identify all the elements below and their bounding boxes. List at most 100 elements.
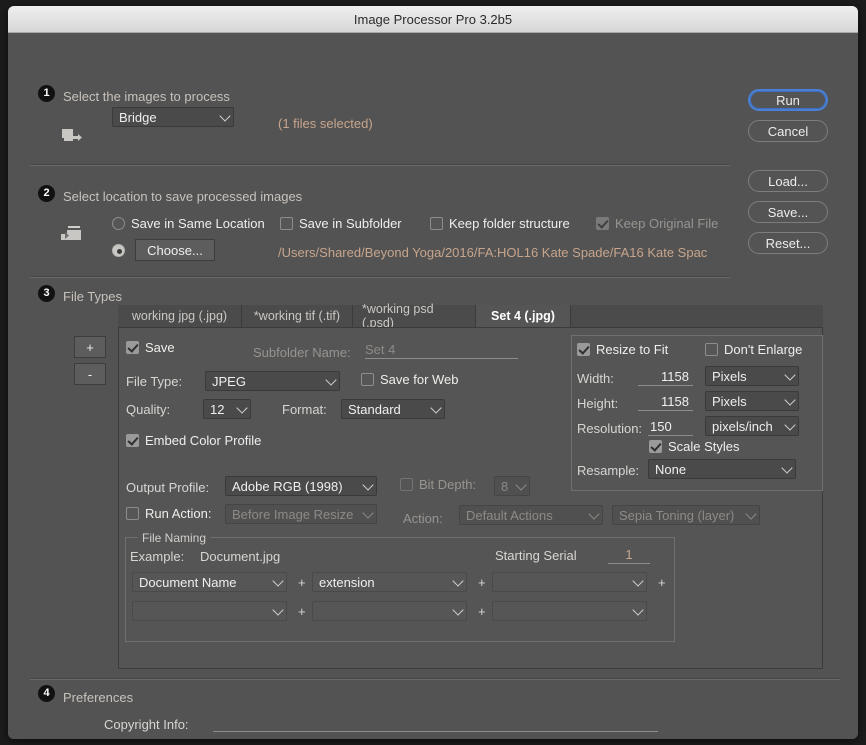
quality-select[interactable]: 12 (203, 399, 251, 419)
cancel-button[interactable]: Cancel (748, 120, 828, 142)
resolution-input[interactable]: 150 (648, 418, 693, 436)
chevron-down-icon (632, 575, 644, 587)
chevron-down-icon (784, 419, 796, 431)
naming-row2-token1-select[interactable] (132, 601, 287, 621)
naming-plus-2: + (478, 575, 486, 590)
checkbox-keep-original-file (596, 217, 609, 230)
radio-save-same-location[interactable] (112, 217, 125, 230)
chevron-down-icon (784, 394, 796, 406)
starting-serial-input[interactable]: 1 (608, 546, 650, 564)
checkbox-save[interactable] (126, 341, 139, 354)
naming-row1-token1-select[interactable]: Document Name (132, 572, 287, 592)
tab-working-jpg[interactable]: working jpg (.jpg) (118, 305, 242, 327)
action-set-select: Default Actions (459, 505, 603, 525)
run-button[interactable]: Run (748, 89, 828, 111)
naming-plus-4: + (298, 604, 306, 619)
step-4-title: Preferences (63, 690, 134, 705)
chevron-down-icon (219, 110, 231, 122)
naming-plus-3: + (658, 575, 666, 590)
chevron-down-icon (784, 369, 796, 381)
label-scale-styles: Scale Styles (668, 439, 740, 454)
remove-file-type-button[interactable]: - (74, 363, 106, 385)
run-action-timing-select: Before Image Resize (225, 504, 377, 524)
choose-button[interactable]: Choose... (135, 239, 215, 261)
step-1-title: Select the images to process (63, 89, 230, 104)
checkbox-save-in-subfolder[interactable] (280, 217, 293, 230)
width-input[interactable]: 1158 (638, 368, 693, 386)
label-copyright-info: Copyright Info: (104, 717, 189, 732)
checkbox-dont-enlarge[interactable] (705, 343, 718, 356)
step-1-badge: 1 (38, 85, 55, 102)
naming-row1-token2-select[interactable]: extension (312, 572, 467, 592)
label-resolution: Resolution: (577, 421, 643, 436)
label-format: Format: (282, 402, 327, 417)
chevron-down-icon (588, 508, 600, 520)
height-input[interactable]: 1158 (638, 393, 693, 411)
resolution-unit-select[interactable]: pixels/inch (705, 416, 799, 436)
label-keep-original-file: Keep Original File (615, 216, 719, 231)
reset-button[interactable]: Reset... (748, 232, 828, 254)
copyright-info-input[interactable] (213, 714, 658, 732)
save-path-text: /Users/Shared/Beyond Yoga/2016/FA:HOL16 … (278, 245, 708, 260)
checkbox-scale-styles[interactable] (649, 440, 662, 453)
chevron-down-icon (325, 374, 337, 386)
step-4-badge: 4 (38, 685, 55, 702)
section-divider-1 (30, 164, 730, 166)
label-dont-enlarge: Don't Enlarge (724, 342, 803, 357)
checkbox-run-action[interactable] (126, 507, 139, 520)
load-button[interactable]: Load... (748, 170, 828, 192)
chevron-down-icon (272, 575, 284, 587)
add-file-type-button[interactable]: + (74, 336, 106, 358)
chevron-down-icon (452, 604, 464, 616)
label-height: Height: (577, 396, 619, 411)
radio-choose-location[interactable] (112, 244, 125, 257)
label-save: Save (145, 340, 175, 355)
files-selected-count: (1 files selected) (278, 116, 373, 131)
checkbox-embed-color-profile[interactable] (126, 434, 139, 447)
label-resize-to-fit: Resize to Fit (596, 342, 669, 357)
naming-row2-token2-select[interactable] (312, 601, 467, 621)
dialog-body: Run Cancel Load... Save... Reset... 1 Se… (8, 33, 858, 739)
chevron-down-icon (362, 479, 374, 491)
save-preset-button[interactable]: Save... (748, 201, 828, 223)
height-unit-select[interactable]: Pixels (705, 391, 799, 411)
document-arrow-icon (62, 129, 82, 141)
naming-row1-token3-select[interactable] (492, 572, 647, 592)
file-type-select[interactable]: JPEG (205, 371, 340, 391)
format-select[interactable]: Standard (341, 399, 445, 419)
section-divider-2 (30, 276, 730, 278)
step-2-title: Select location to save processed images (63, 189, 303, 204)
chevron-down-icon (236, 402, 248, 414)
window-titlebar: Image Processor Pro 3.2b5 (8, 6, 858, 33)
chevron-down-icon (272, 604, 284, 616)
label-example: Example: (130, 549, 185, 564)
tab-working-psd[interactable]: *working psd (.psd) (353, 302, 476, 330)
tab-set-4[interactable]: Set 4 (.jpg) (476, 305, 571, 327)
tab-strip-filler (571, 305, 823, 327)
chevron-down-icon (632, 604, 644, 616)
label-keep-folder-structure: Keep folder structure (449, 216, 570, 231)
image-processor-window: Image Processor Pro 3.2b5 Run Cancel Loa… (8, 6, 858, 739)
source-select[interactable]: Bridge (112, 107, 234, 127)
checkbox-keep-folder-structure[interactable] (430, 217, 443, 230)
naming-row2-token3-select[interactable] (492, 601, 647, 621)
label-bit-depth: Bit Depth: (419, 477, 477, 492)
chevron-down-icon (452, 575, 464, 587)
width-unit-select[interactable]: Pixels (705, 366, 799, 386)
tab-working-tif[interactable]: *working tif (.tif) (242, 305, 353, 327)
example-filename: Document.jpg (200, 549, 281, 564)
checkbox-resize-to-fit[interactable] (577, 343, 590, 356)
label-subfolder-name: Subfolder Name: (253, 345, 351, 360)
resample-select[interactable]: None (648, 459, 796, 479)
output-profile-select[interactable]: Adobe RGB (1998) (225, 476, 377, 496)
label-save-in-subfolder: Save in Subfolder (299, 216, 402, 231)
checkbox-save-for-web[interactable] (361, 373, 374, 386)
chevron-down-icon (745, 508, 757, 520)
label-save-same-location: Save in Same Location (131, 216, 265, 231)
chevron-down-icon (362, 507, 374, 519)
subfolder-name-input[interactable]: Set 4 (365, 341, 518, 359)
file-naming-title: File Naming (138, 531, 211, 545)
label-run-action: Run Action: (145, 506, 212, 521)
section-divider-3 (30, 678, 840, 680)
label-quality: Quality: (126, 402, 171, 417)
